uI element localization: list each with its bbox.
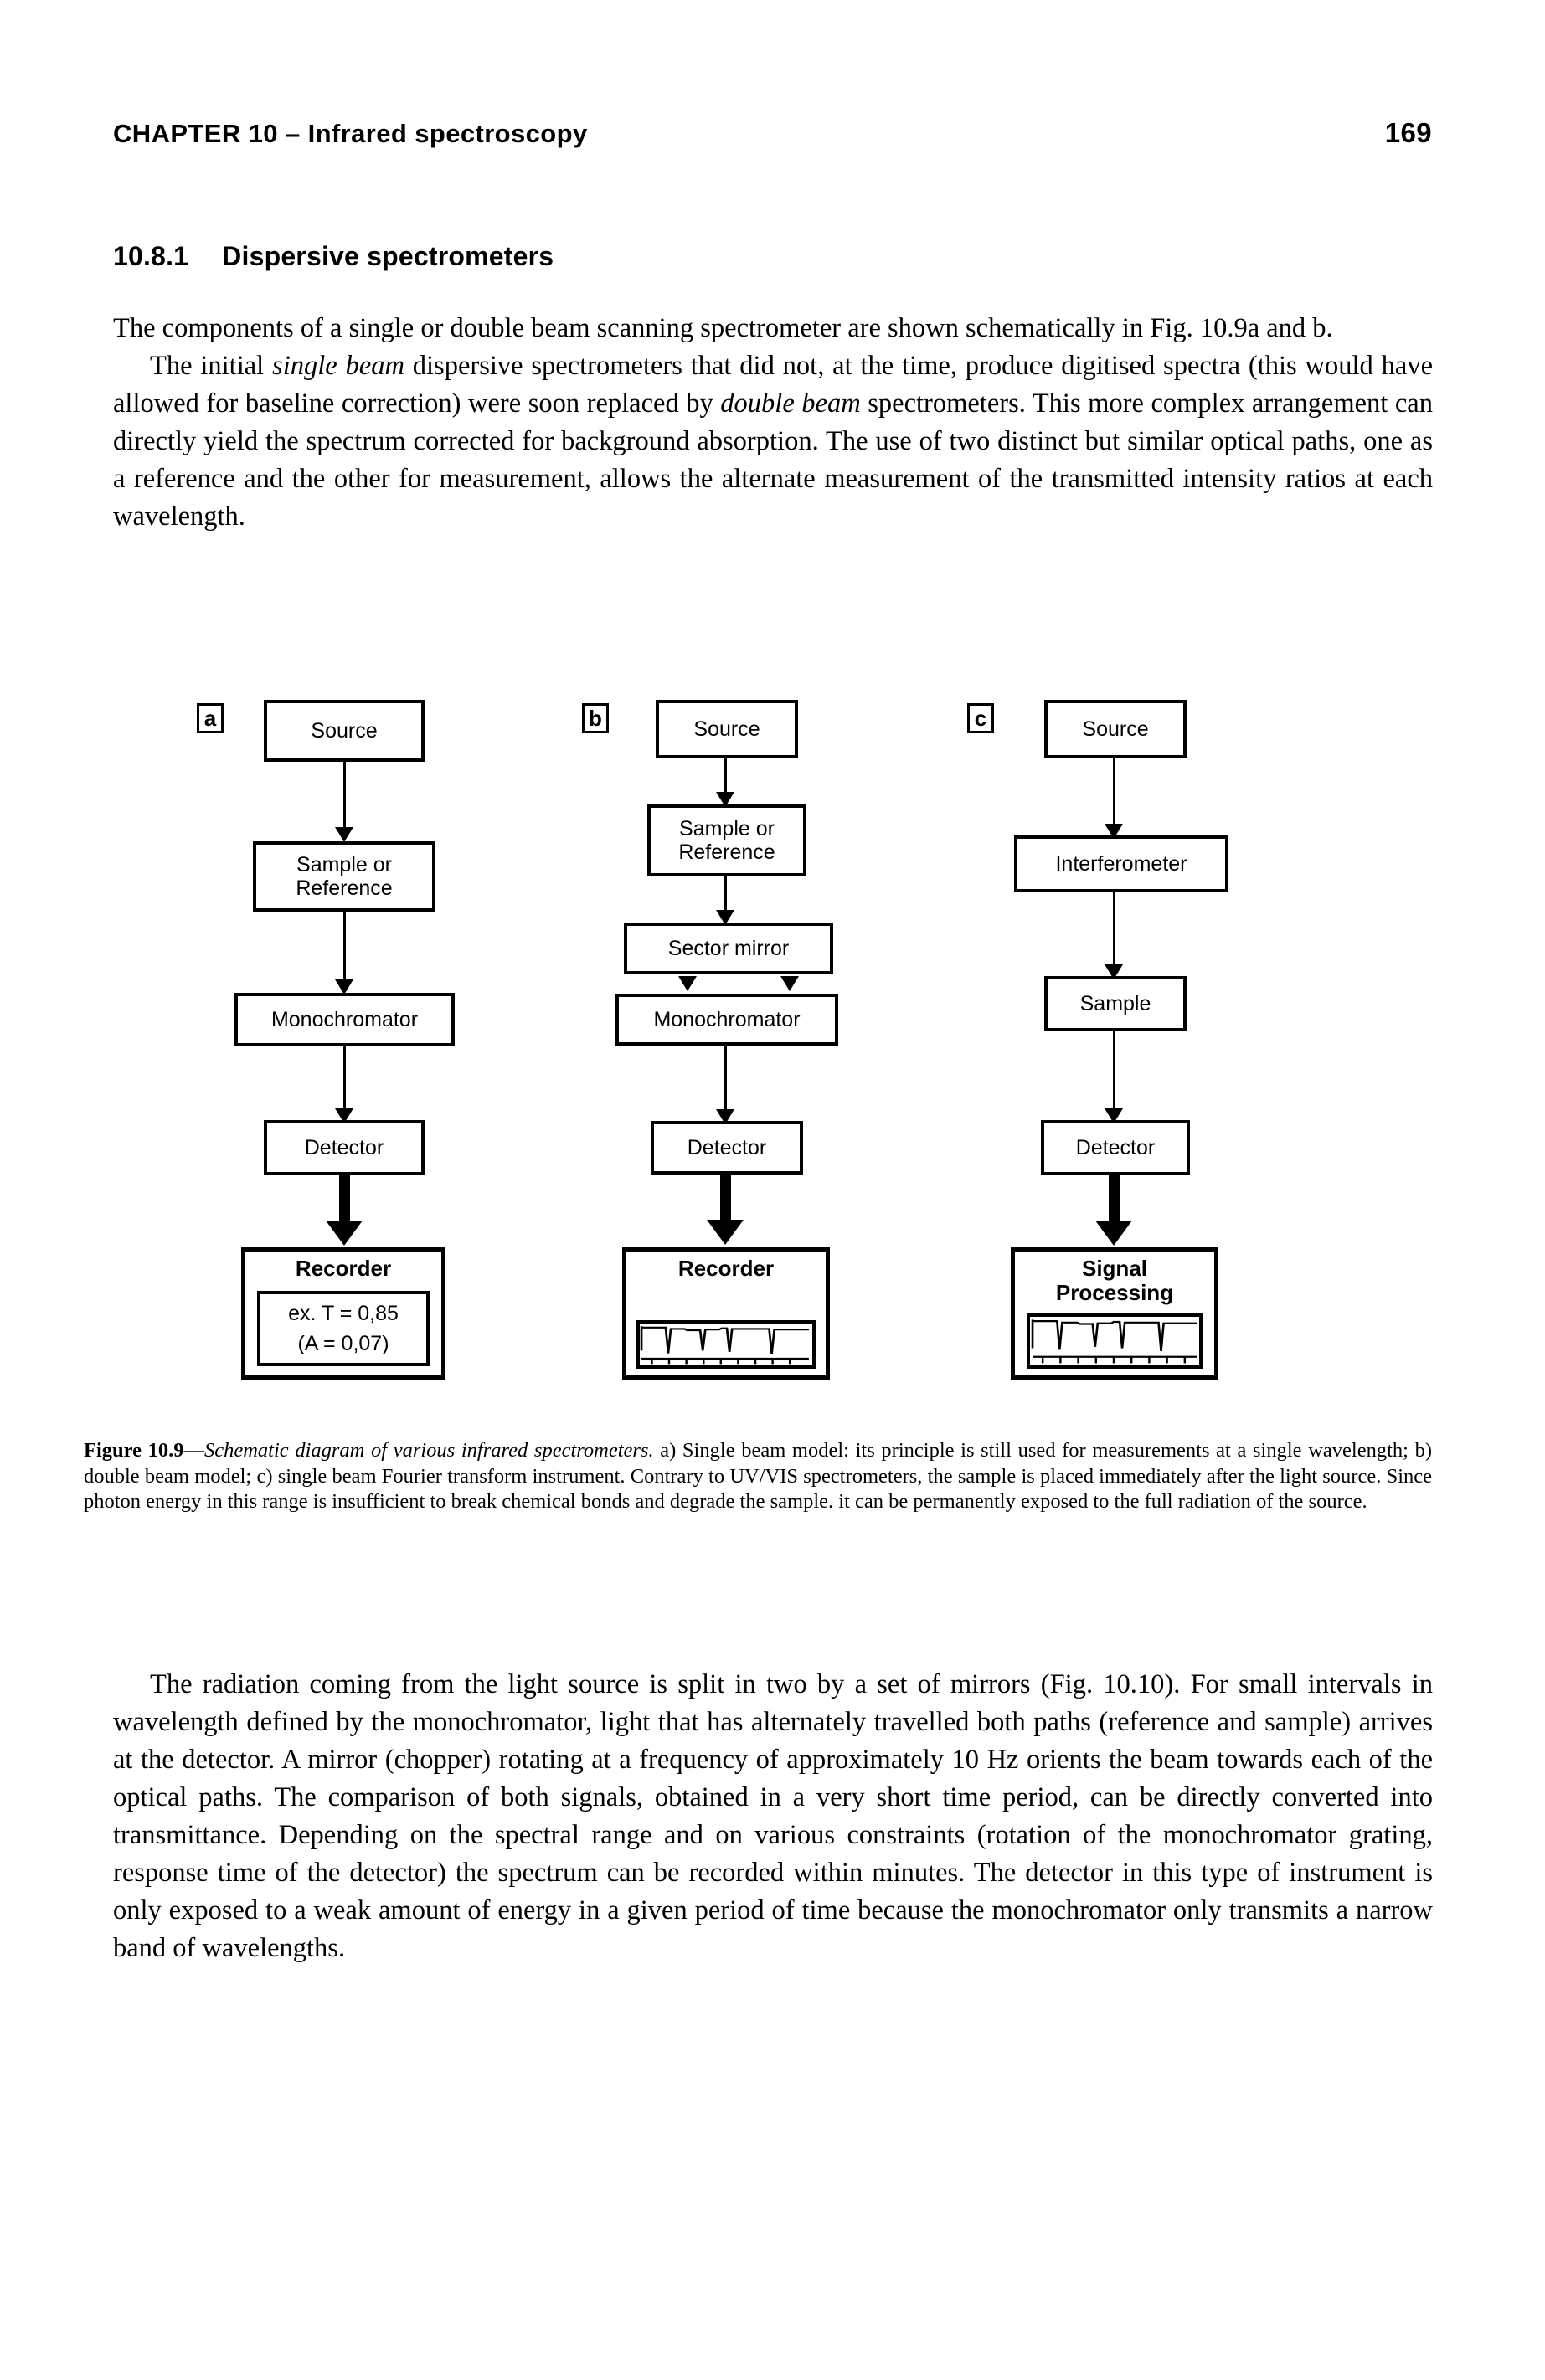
section-title: Dispersive spectrometers <box>222 241 554 271</box>
panel-label-c: c <box>967 703 994 733</box>
box-detector-a: Detector <box>264 1120 425 1175</box>
arrowhead-a-1 <box>335 827 353 842</box>
body-paragraph-group-2: The radiation coming from the light sour… <box>113 1666 1433 1967</box>
caption-label: Figure 10.9— <box>84 1439 204 1462</box>
connector-c-3 <box>1113 1031 1115 1115</box>
panel-a: a Source Sample or Reference Monochromat… <box>197 695 565 1398</box>
recorder-title-c: Signal Processing <box>1055 1256 1174 1305</box>
recorder-box-a: Recorder ex. T = 0,85 (A = 0,07) <box>241 1247 445 1380</box>
arrowhead-b-3-right <box>780 976 799 991</box>
recorder-absorbance-a: (A = 0,07) <box>297 1332 389 1356</box>
recorder-readout-a: ex. T = 0,85 (A = 0,07) <box>257 1291 430 1366</box>
arrowhead-b-5 <box>707 1220 744 1245</box>
box-monochromator-b: Monochromator <box>615 994 838 1046</box>
page-number: 169 <box>1384 117 1432 148</box>
spectrum-trace-b <box>640 1326 809 1365</box>
recorder-box-b: Recorder <box>622 1247 830 1380</box>
emphasis-double-beam: double beam <box>720 388 861 419</box>
signal-processing-spectrum-c <box>1027 1313 1203 1369</box>
section-heading: 10.8.1 Dispersive spectrometers <box>113 241 554 272</box>
document-page: CHAPTER 10 – Infrared spectroscopy 169 1… <box>0 0 1545 2380</box>
panel-b: b Source Sample or Reference Sector mirr… <box>582 695 950 1398</box>
panel-label-b: b <box>582 703 609 733</box>
box-sample-c: Sample <box>1044 976 1187 1031</box>
figure-caption: Figure 10.9—Schematic diagram of various… <box>84 1438 1432 1515</box>
section-number: 10.8.1 <box>113 241 189 271</box>
connector-a-2 <box>343 912 346 987</box>
box-sample-reference-a: Sample or Reference <box>253 841 435 912</box>
connector-c-1 <box>1113 758 1115 830</box>
box-source-b: Source <box>656 700 798 758</box>
panel-c: c Source Interferometer Sample Detector … <box>967 695 1336 1398</box>
box-interferometer-c: Interferometer <box>1014 835 1228 892</box>
box-sample-reference-b: Sample or Reference <box>647 804 806 876</box>
running-head-chapter: CHAPTER 10 – Infrared spectroscopy <box>113 119 588 148</box>
box-sector-mirror-b: Sector mirror <box>624 923 833 974</box>
arrowhead-b-3-left <box>678 976 697 991</box>
figure-10-9: a Source Sample or Reference Monochromat… <box>113 695 1433 1398</box>
recorder-spectrum-b <box>636 1320 816 1369</box>
caption-title: Schematic diagram of various infrared sp… <box>203 1439 654 1462</box>
box-monochromator-a: Monochromator <box>234 993 455 1046</box>
arrowhead-a-4 <box>326 1221 363 1246</box>
paragraph-1: The components of a single or double bea… <box>113 313 1333 343</box>
recorder-box-c: Signal Processing <box>1011 1247 1218 1380</box>
box-source-a: Source <box>264 700 425 762</box>
box-detector-b: Detector <box>651 1121 803 1175</box>
connector-c-2 <box>1113 892 1115 971</box>
emphasis-single-beam: single beam <box>272 351 404 381</box>
spectrum-trace-c <box>1031 1319 1197 1364</box>
panel-label-a: a <box>197 703 224 733</box>
arrowhead-c-4 <box>1095 1221 1132 1246</box>
box-detector-c: Detector <box>1041 1120 1190 1175</box>
connector-a-3 <box>343 1046 346 1115</box>
recorder-transmittance-a: ex. T = 0,85 <box>288 1302 399 1325</box>
running-head: CHAPTER 10 – Infrared spectroscopy 169 <box>113 117 1432 149</box>
paragraph-3: The radiation coming from the light sour… <box>113 1669 1433 1963</box>
box-source-c: Source <box>1044 700 1187 758</box>
connector-b-4 <box>724 1046 727 1116</box>
paragraph-2: The initial single beam dispersive spect… <box>113 347 1433 536</box>
paragraph-2-seg1: The initial <box>150 351 273 381</box>
recorder-title-b: Recorder <box>677 1256 775 1281</box>
recorder-title-a: Recorder <box>295 1256 392 1281</box>
connector-a-1 <box>343 762 346 835</box>
body-paragraph-group-1: The components of a single or double bea… <box>113 310 1433 536</box>
